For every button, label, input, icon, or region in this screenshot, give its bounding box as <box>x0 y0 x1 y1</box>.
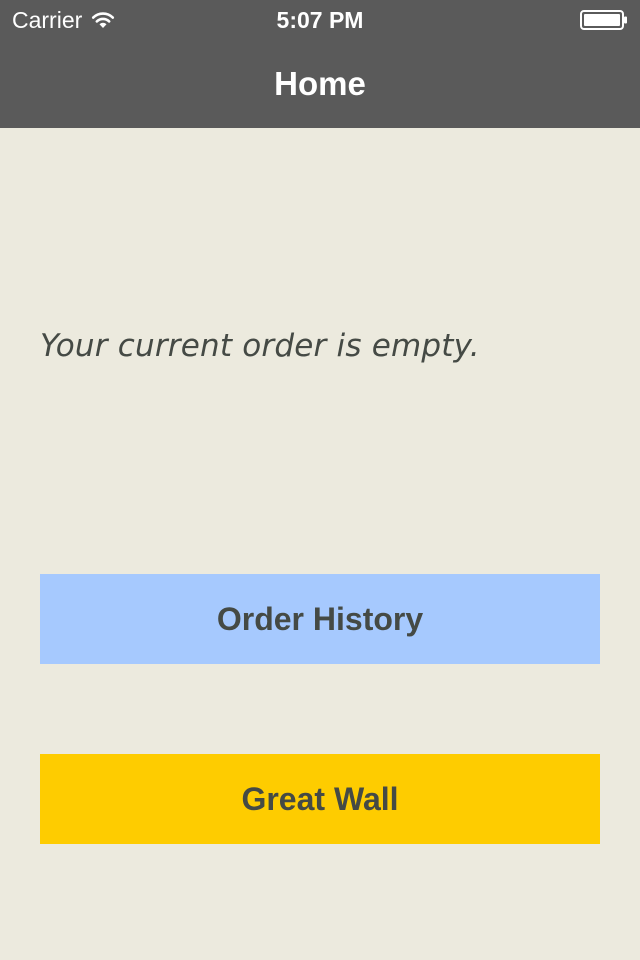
navigation-bar: Home <box>0 40 640 128</box>
page-title: Home <box>274 65 366 102</box>
status-bar: Carrier 5:07 PM <box>0 0 640 40</box>
order-history-label: Order History <box>216 600 424 637</box>
order-history-button[interactable]: Order History <box>40 574 600 664</box>
status-time: 5:07 PM <box>276 7 364 33</box>
battery-icon <box>580 10 627 30</box>
empty-order-message: Your current order is empty. <box>40 328 480 364</box>
great-wall-label: Great Wall <box>241 780 399 817</box>
great-wall-button[interactable]: Great Wall <box>40 754 600 844</box>
